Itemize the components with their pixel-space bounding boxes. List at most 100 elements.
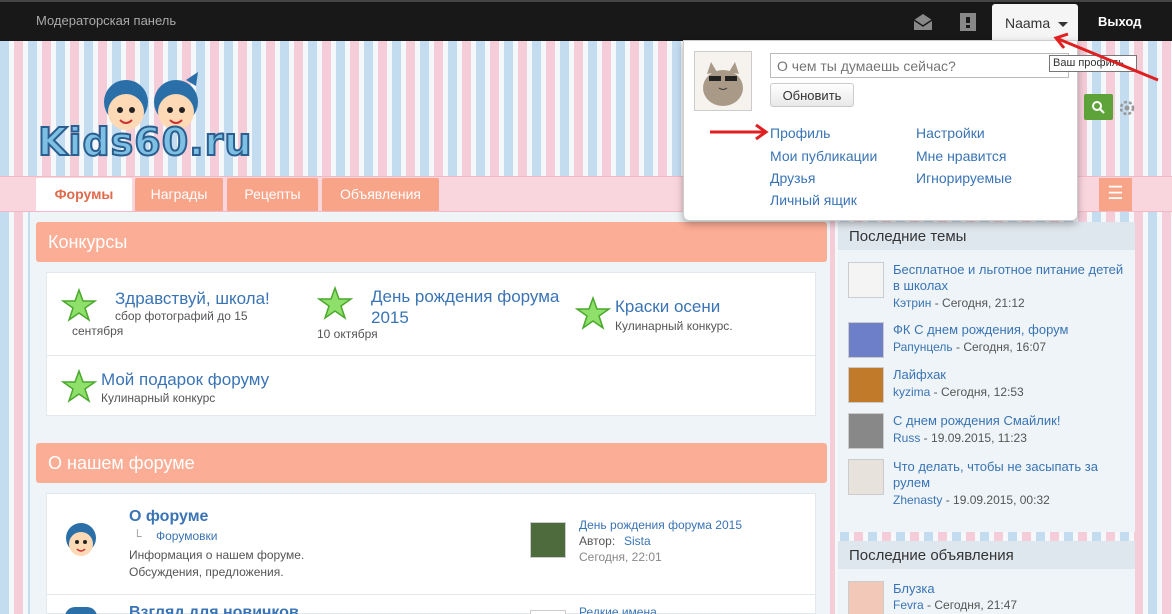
- avatar[interactable]: [848, 413, 884, 449]
- inbox-link[interactable]: Личный ящик: [770, 192, 857, 208]
- forum-list: О форуме └ Форумовки Информация о нашем …: [46, 493, 816, 614]
- ad-user[interactable]: Fevra: [893, 598, 924, 612]
- contest-item[interactable]: Здравствуй, школа! сбор фотографий до 15…: [61, 288, 311, 348]
- list-item[interactable]: Блузка Fevra - Сегодня, 21:47: [848, 581, 1130, 614]
- contest-title[interactable]: Здравствуй, школа!: [115, 288, 270, 309]
- owl-avatar[interactable]: [530, 522, 566, 558]
- alerts-icon[interactable]: [957, 11, 979, 33]
- profile-link[interactable]: Профиль: [770, 125, 830, 141]
- thread-title[interactable]: Бесплатное и льготное питание детей в шк…: [893, 262, 1128, 294]
- ignored-link[interactable]: Игнорируемые: [916, 170, 1012, 186]
- thread-meta: Zhenasty - 19.09.2015, 00:32: [893, 493, 1050, 507]
- contest-title[interactable]: День рождения форума 2015: [371, 286, 571, 328]
- search-button[interactable]: [1084, 94, 1113, 120]
- avatar[interactable]: [848, 262, 884, 298]
- about-header: О нашем форуме: [36, 443, 827, 483]
- moderator-panel-link[interactable]: Модераторская панель: [36, 13, 176, 28]
- contest-date: сентября: [72, 324, 124, 338]
- star-icon: [61, 369, 97, 403]
- kid-forum-icon: [66, 523, 96, 556]
- latest-ads: Последние объявления Блузка Fevra - Сего…: [838, 541, 1135, 614]
- thread-time: 19.09.2015, 11:23: [931, 431, 1027, 445]
- author-link[interactable]: Sista: [624, 534, 651, 548]
- thread-user[interactable]: kyzima: [893, 385, 930, 399]
- settings-link[interactable]: Настройки: [916, 125, 985, 141]
- forum-title[interactable]: Взгляд для новичков: [129, 604, 299, 614]
- thread-title[interactable]: С днем рождения Смайлик!: [893, 413, 1128, 429]
- cat-avatar-icon: [703, 62, 743, 106]
- latest-threads-header: Последние темы: [838, 222, 1135, 250]
- red-arrow-icon: [1053, 32, 1159, 82]
- contest-subtitle: сбор фотографий до 15: [115, 309, 248, 323]
- forum-title[interactable]: О форуме: [129, 508, 208, 526]
- forum-desc: Обсуждения, предложения.: [129, 565, 284, 579]
- ad-title[interactable]: Блузка: [893, 581, 1128, 597]
- contests-list: Здравствуй, школа! сбор фотографий до 15…: [46, 272, 816, 416]
- list-item[interactable]: Что делать, чтобы не засыпать за рулем Z…: [848, 459, 1130, 507]
- thread-title[interactable]: Что делать, чтобы не засыпать за рулем: [893, 459, 1128, 491]
- ad-meta: Fevra - Сегодня, 21:47: [893, 598, 1018, 612]
- contest-item[interactable]: Краски осени Кулинарный конкурс.: [575, 296, 825, 336]
- subforum-link[interactable]: Форумовки: [156, 529, 217, 543]
- user-avatar[interactable]: [694, 51, 752, 111]
- divider: [47, 594, 815, 595]
- thread-time: 19.09.2015, 00:32: [953, 493, 1050, 507]
- tab-recipes[interactable]: Рецепты: [227, 178, 318, 211]
- star-icon: [317, 286, 353, 320]
- contest-title[interactable]: Краски осени: [615, 296, 720, 317]
- logout-link[interactable]: Выход: [1098, 14, 1141, 29]
- thread-time: Сегодня, 16:07: [963, 340, 1047, 354]
- my-posts-link[interactable]: Мои публикации: [770, 148, 877, 164]
- list-item[interactable]: С днем рождения Смайлик! Russ - 19.09.20…: [848, 413, 1130, 453]
- thread-user[interactable]: Russ: [893, 431, 920, 445]
- gear-icon[interactable]: [1118, 99, 1136, 117]
- contest-date: 10 октября: [317, 327, 378, 341]
- last-post-time: Сегодня, 22:01: [579, 550, 662, 564]
- thread-user[interactable]: Кэтрин: [893, 296, 931, 310]
- list-item[interactable]: ФК С днем рождения, форум Рапунцель - Се…: [848, 322, 1130, 362]
- thread-title[interactable]: ФК С днем рождения, форум: [893, 322, 1128, 338]
- red-arrow-icon: [710, 123, 769, 141]
- envelope-icon[interactable]: [912, 11, 934, 33]
- chevron-down-icon: [1058, 21, 1069, 27]
- status-input[interactable]: [770, 53, 1069, 78]
- thread-time: Сегодня, 21:12: [942, 296, 1025, 310]
- avatar[interactable]: [848, 459, 884, 495]
- thread-user[interactable]: Рапунцель: [893, 340, 953, 354]
- tab-forums[interactable]: Форумы: [36, 178, 132, 211]
- tab-ads[interactable]: Объявления: [322, 178, 439, 211]
- author-label: Автор:: [579, 534, 616, 548]
- avatar[interactable]: [848, 322, 884, 358]
- ad-time: Сегодня, 21:47: [934, 598, 1018, 612]
- tab-awards[interactable]: Награды: [135, 178, 223, 211]
- contest-subtitle: Кулинарный конкурс.: [615, 319, 733, 333]
- logo-text[interactable]: Kids60.ru: [37, 119, 252, 165]
- list-item[interactable]: Бесплатное и льготное питание детей в шк…: [848, 262, 1130, 310]
- friends-link[interactable]: Друзья: [770, 170, 815, 186]
- divider: [47, 355, 815, 356]
- likes-link[interactable]: Мне нравится: [916, 148, 1006, 164]
- thread-user[interactable]: Zhenasty: [893, 493, 942, 507]
- latest-ads-header: Последние объявления: [838, 541, 1135, 569]
- last-post-title[interactable]: Редкие имена: [579, 605, 657, 614]
- contest-title[interactable]: Мой подарок форуму: [101, 369, 269, 390]
- subforum-branch: └: [133, 529, 142, 543]
- contest-item[interactable]: Мой подарок форуму Кулинарный конкурс: [61, 369, 311, 409]
- kid-forum-icon: [65, 607, 97, 614]
- thread-meta: Russ - 19.09.2015, 11:23: [893, 431, 1027, 445]
- avatar[interactable]: [848, 367, 884, 403]
- thread-time: Сегодня, 12:53: [941, 385, 1024, 399]
- list-item[interactable]: Лайфхак kyzima - Сегодня, 12:53: [848, 367, 1130, 407]
- star-icon: [575, 296, 611, 330]
- avatar[interactable]: [530, 610, 566, 614]
- contest-subtitle: Кулинарный конкурс: [101, 391, 216, 405]
- list-menu-icon[interactable]: ☰: [1099, 178, 1132, 211]
- update-status-button[interactable]: Обновить: [770, 83, 854, 107]
- thread-meta: Рапунцель - Сегодня, 16:07: [893, 340, 1047, 354]
- thread-title[interactable]: Лайфхак: [893, 367, 1128, 383]
- top-bar: Модераторская панель Naama Выход: [0, 0, 1172, 43]
- forum-desc: Информация о нашем форуме.: [129, 548, 305, 562]
- avatar[interactable]: [848, 581, 884, 614]
- last-post-title[interactable]: День рождения форума 2015: [579, 518, 742, 532]
- contest-item[interactable]: День рождения форума 2015 10 октября: [317, 286, 567, 346]
